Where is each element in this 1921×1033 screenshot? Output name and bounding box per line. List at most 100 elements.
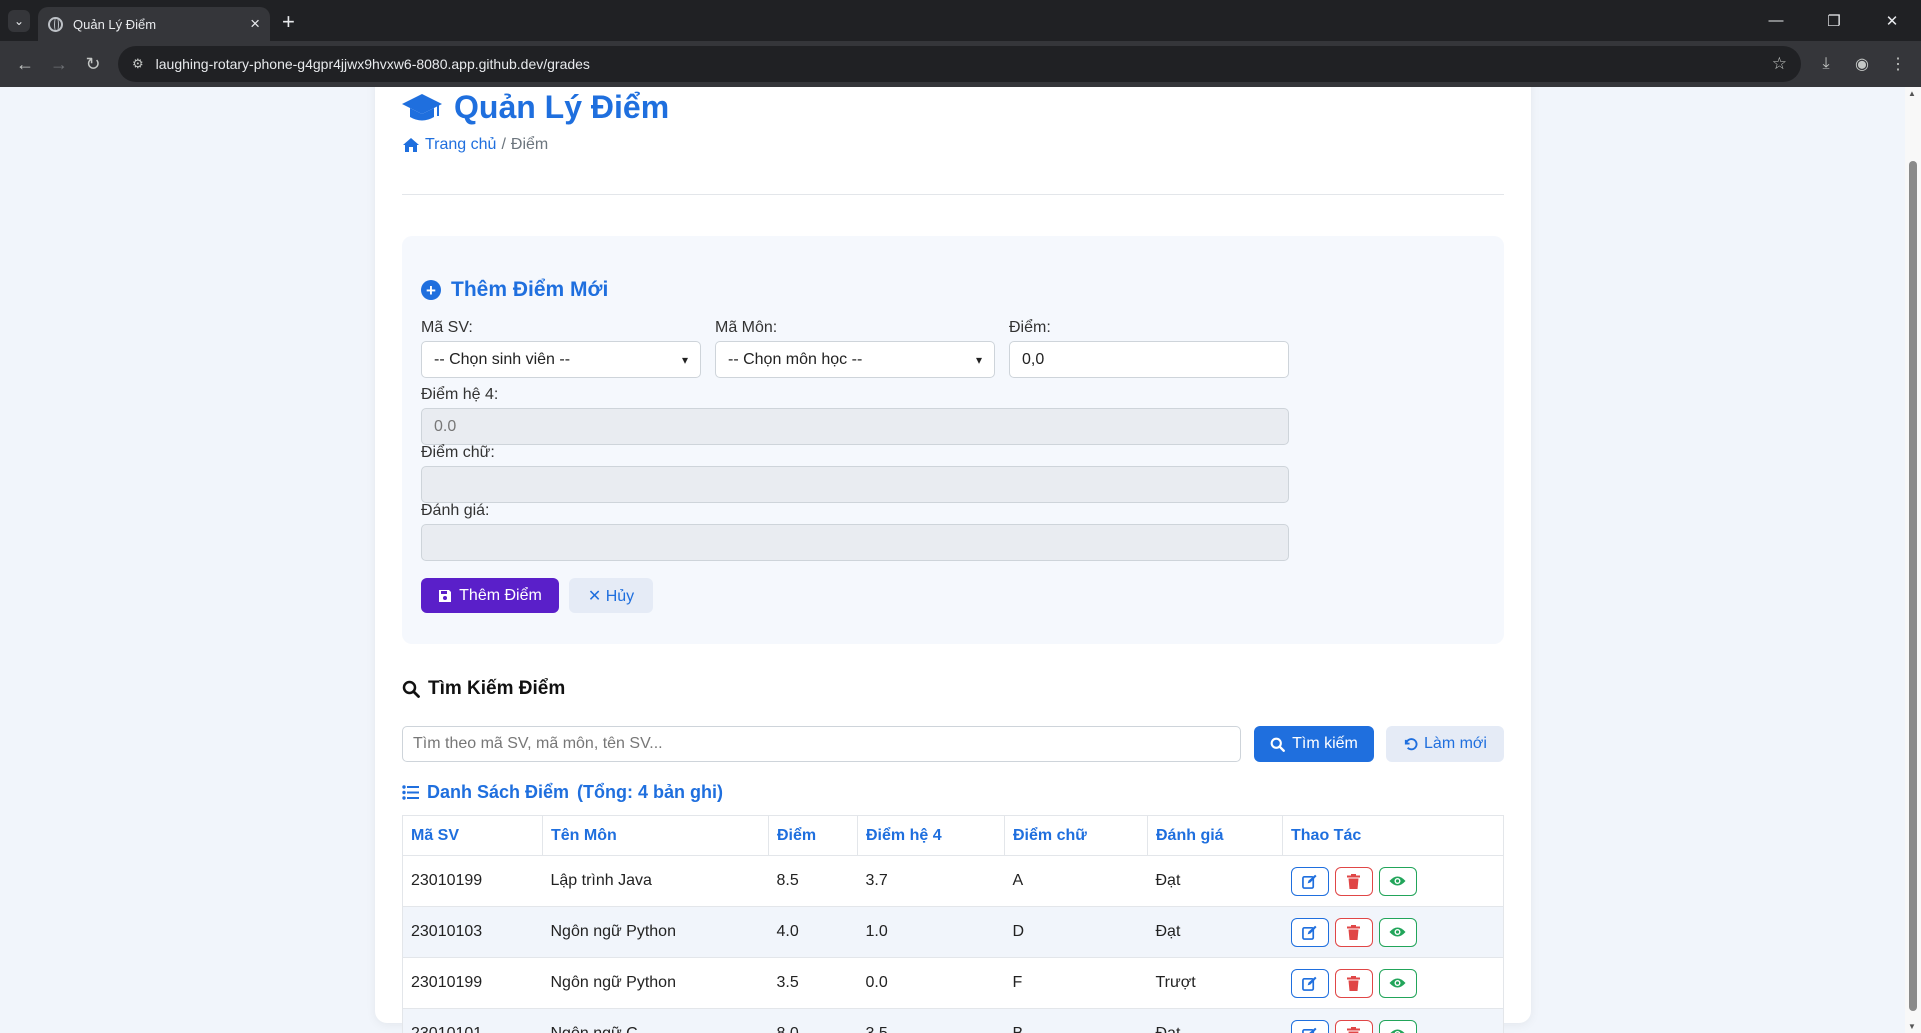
column-header: Tên Môn [542, 815, 769, 856]
edit-button[interactable] [1290, 1019, 1329, 1033]
breadcrumb-home-link[interactable]: Trang chủ [402, 136, 496, 154]
restore-icon[interactable]: ❐ [1805, 0, 1863, 41]
browser-tab[interactable]: Quản Lý Điểm × [38, 7, 270, 41]
edit-button[interactable] [1290, 866, 1329, 896]
list-icon [402, 785, 419, 800]
score-label: Điểm: [1009, 319, 1051, 336]
cell-gpa4: 3.7 [857, 855, 1005, 907]
cell-actions [1282, 1008, 1504, 1033]
trash-icon [1347, 1026, 1360, 1033]
cell-gpa4: 1.0 [857, 906, 1005, 958]
add-grade-button[interactable]: Thêm Điểm [421, 578, 559, 613]
search-button-label: Tìm kiếm [1292, 735, 1358, 752]
site-info-icon[interactable]: ⚙ [132, 56, 144, 72]
download-icon[interactable]: ⤓ [1811, 49, 1841, 79]
delete-button[interactable] [1334, 1019, 1373, 1033]
browser-tab-bar: ⌄ Quản Lý Điểm × + — ❐ ✕ [0, 0, 1921, 41]
new-tab-icon[interactable]: + [282, 9, 295, 35]
column-header: Điểm hệ 4 [857, 815, 1005, 856]
column-header: Điểm [768, 815, 858, 856]
trash-icon [1347, 975, 1360, 991]
trash-icon [1347, 873, 1360, 889]
subject-select-value: -- Chọn môn học -- [728, 350, 863, 368]
column-header: Đánh giá [1147, 815, 1283, 856]
view-button[interactable] [1378, 866, 1417, 896]
rating-label: Đánh giá: [421, 502, 490, 519]
menu-kebab-icon[interactable]: ⋮ [1883, 49, 1913, 79]
view-button[interactable] [1378, 917, 1417, 947]
subject-label: Mã Môn: [715, 319, 778, 336]
close-window-icon[interactable]: ✕ [1863, 0, 1921, 41]
cell-subject: Ngôn ngữ Python [542, 957, 769, 1009]
cancel-button[interactable]: ✕ Hủy [569, 578, 653, 613]
graduation-cap-icon [402, 93, 442, 120]
search-icon [402, 680, 420, 698]
page-scrollbar[interactable]: ▲ ▼ [1905, 87, 1921, 1033]
cell-letter: D [1004, 906, 1148, 958]
gpa4-field: 0.0 [421, 408, 1289, 445]
letter-grade-field [421, 466, 1289, 503]
column-header: Thao Tác [1282, 815, 1504, 856]
profile-icon[interactable]: ◉ [1847, 49, 1877, 79]
cell-subject: Ngôn ngữ Python [542, 906, 769, 958]
tab-close-icon[interactable]: × [250, 14, 260, 34]
letter-grade-label: Điểm chữ: [421, 444, 495, 461]
rating-field [421, 524, 1289, 561]
forward-icon[interactable]: → [42, 47, 76, 81]
table-header-row: Mã SV Tên Môn Điểm Điểm hệ 4 Điểm chữ Đá… [402, 815, 1504, 856]
cell-score: 4.0 [768, 906, 858, 958]
eye-icon [1389, 876, 1406, 886]
search-button[interactable]: Tìm kiếm [1254, 726, 1374, 762]
cell-gpa4: 3.5 [857, 1008, 1005, 1033]
cell-score: 8.5 [768, 855, 858, 907]
search-icon [1270, 737, 1286, 752]
page-header: Quản Lý Điểm Trang chủ / Điểm [402, 89, 1504, 195]
delete-button[interactable] [1334, 968, 1373, 998]
page-title: Quản Lý Điểm [402, 89, 1504, 126]
trash-icon [1347, 924, 1360, 940]
form-title-text: Thêm Điểm Mới [451, 278, 609, 301]
student-select[interactable]: -- Chọn sinh viên -- ▾ [421, 341, 701, 378]
scrollbar-thumb[interactable] [1909, 161, 1917, 1011]
refresh-button[interactable]: Làm mới [1386, 726, 1504, 762]
save-icon [439, 589, 452, 602]
eye-icon [1389, 927, 1406, 937]
bookmark-star-icon[interactable]: ☆ [1772, 54, 1787, 74]
edit-button[interactable] [1290, 917, 1329, 947]
cell-letter: A [1004, 855, 1148, 907]
minimize-icon[interactable]: — [1747, 0, 1805, 41]
gpa4-label: Điểm hệ 4: [421, 386, 499, 403]
cell-student-id: 23010199 [402, 855, 543, 907]
delete-button[interactable] [1334, 866, 1373, 896]
table-row: 23010199 Ngôn ngữ Python 3.5 0.0 F Trượt [402, 957, 1504, 1009]
search-title-text: Tìm Kiếm Điểm [428, 678, 566, 699]
edit-icon [1302, 925, 1317, 940]
cell-actions [1282, 957, 1504, 1009]
scroll-down-icon[interactable]: ▼ [1908, 1022, 1916, 1031]
score-input[interactable]: 0,0 [1009, 341, 1289, 378]
refresh-button-label: Làm mới [1424, 735, 1487, 752]
grade-list-title: Danh Sách Điểm (Tổng: 4 bản ghi) [402, 782, 723, 803]
cell-subject: Ngôn ngữ C [542, 1008, 769, 1033]
back-icon[interactable]: ← [8, 47, 42, 81]
view-button[interactable] [1378, 1019, 1417, 1033]
scroll-up-icon[interactable]: ▲ [1908, 89, 1916, 98]
page-title-text: Quản Lý Điểm [454, 89, 670, 125]
main-card: Quản Lý Điểm Trang chủ / Điểm + Thêm Điể… [375, 87, 1531, 1033]
cell-letter: B [1004, 1008, 1148, 1033]
delete-button[interactable] [1334, 917, 1373, 947]
globe-icon [48, 16, 63, 32]
tab-search-icon[interactable]: ⌄ [8, 10, 30, 32]
column-header: Điểm chữ [1004, 815, 1148, 856]
cell-actions [1282, 855, 1504, 907]
view-button[interactable] [1378, 968, 1417, 998]
subject-select[interactable]: -- Chọn môn học -- ▾ [715, 341, 995, 378]
address-bar[interactable]: ⚙ laughing-rotary-phone-g4gpr4jjwx9hvxw6… [118, 46, 1801, 82]
add-grade-button-label: Thêm Điểm [459, 586, 542, 604]
search-input[interactable]: Tìm theo mã SV, mã môn, tên SV... [402, 726, 1241, 762]
edit-button[interactable] [1290, 968, 1329, 998]
cell-rating: Đạt [1147, 906, 1283, 958]
window-controls: — ❐ ✕ [1747, 0, 1921, 41]
reload-icon[interactable]: ↻ [76, 47, 110, 81]
eye-icon [1389, 978, 1406, 988]
